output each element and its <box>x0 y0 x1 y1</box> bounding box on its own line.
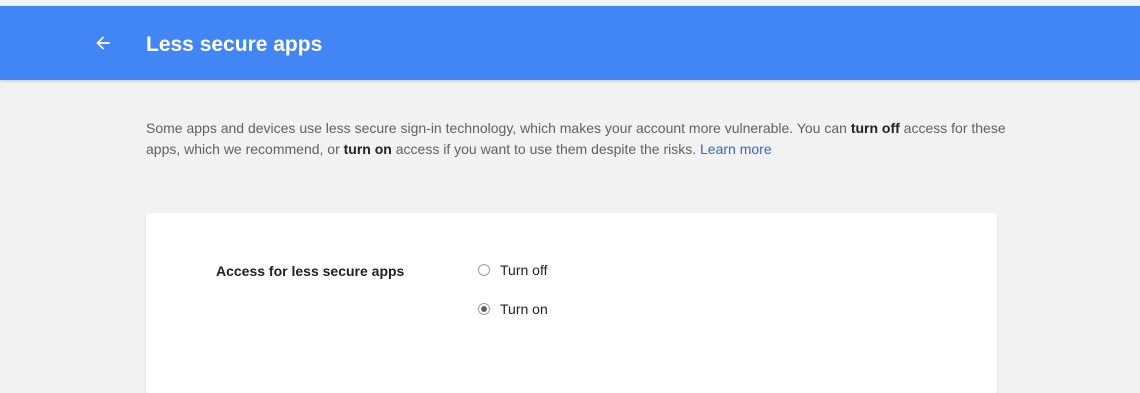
radio-button-turn-on[interactable] <box>478 303 490 315</box>
description-part-3: access if you want to use them despite t… <box>391 141 701 157</box>
description-part-1: Some apps and devices use less secure si… <box>146 120 851 136</box>
arrow-left-icon <box>96 36 110 50</box>
learn-more-link[interactable]: Learn more <box>700 141 772 157</box>
radio-label-turn-on: Turn on <box>500 301 548 317</box>
description-turn-off-emphasis: turn off <box>850 120 900 136</box>
top-app-bar: Less secure apps <box>0 6 1140 80</box>
description-turn-on-emphasis: turn on <box>343 141 392 157</box>
settings-card: Access for less secure apps Turn off Tur… <box>146 213 997 393</box>
radio-option-turn-on[interactable]: Turn on <box>478 300 548 318</box>
radio-option-turn-off[interactable]: Turn off <box>478 261 547 279</box>
back-button[interactable] <box>88 28 118 58</box>
description-text: Some apps and devices use less secure si… <box>146 118 1006 160</box>
radio-label-turn-off: Turn off <box>500 262 548 278</box>
access-setting-label: Access for less secure apps <box>216 263 405 279</box>
radio-button-turn-off[interactable] <box>478 264 490 276</box>
page-title: Less secure apps <box>146 33 323 56</box>
